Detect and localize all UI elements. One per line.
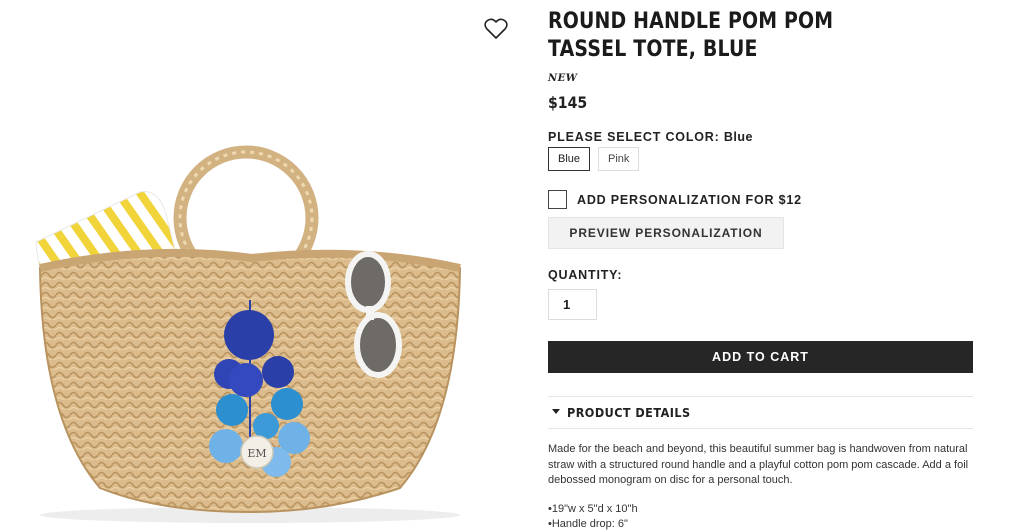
spec-handle-drop: Handle drop: 6": [548, 517, 638, 531]
caret-down-icon: [552, 409, 560, 414]
color-option-blue[interactable]: Blue: [548, 147, 591, 171]
personalization-checkbox[interactable]: [548, 190, 567, 209]
quantity-label: QUANTITY:: [548, 268, 623, 282]
monogram-text: EM: [247, 447, 266, 460]
product-specs-list: 19"w x 5"d x 10"h Handle drop: 6": [548, 502, 638, 531]
tote-bag-illustration: EM: [35, 145, 462, 523]
selected-color-value: Blue: [723, 130, 753, 144]
add-to-cart-button[interactable]: ADD TO CART: [548, 341, 973, 373]
color-swatches: Blue Pink: [548, 147, 640, 171]
wishlist-heart-icon[interactable]: [484, 18, 508, 40]
personalization-label[interactable]: ADD PERSONALIZATION FOR $12: [577, 193, 802, 207]
product-image: EM: [0, 0, 520, 531]
personalization-row: ADD PERSONALIZATION FOR $12: [548, 190, 802, 209]
product-details-toggle[interactable]: PRODUCT DETAILS: [548, 396, 973, 429]
product-title: ROUND HANDLE POM POM TASSEL TOTE, BLUE: [548, 9, 834, 62]
new-badge: NEW: [548, 73, 578, 84]
color-option-pink[interactable]: Pink: [598, 147, 640, 171]
color-select-label: PLEASE SELECT COLOR: Blue: [548, 130, 753, 144]
spec-dimensions: 19"w x 5"d x 10"h: [548, 502, 638, 517]
color-label-text: PLEASE SELECT COLOR:: [548, 130, 720, 144]
preview-personalization-button[interactable]: PREVIEW PERSONALIZATION: [548, 217, 784, 249]
quantity-input[interactable]: [548, 289, 597, 320]
product-details-heading: PRODUCT DETAILS: [567, 405, 691, 420]
product-price: $145: [548, 93, 588, 112]
product-description: Made for the beach and beyond, this beau…: [548, 443, 969, 486]
